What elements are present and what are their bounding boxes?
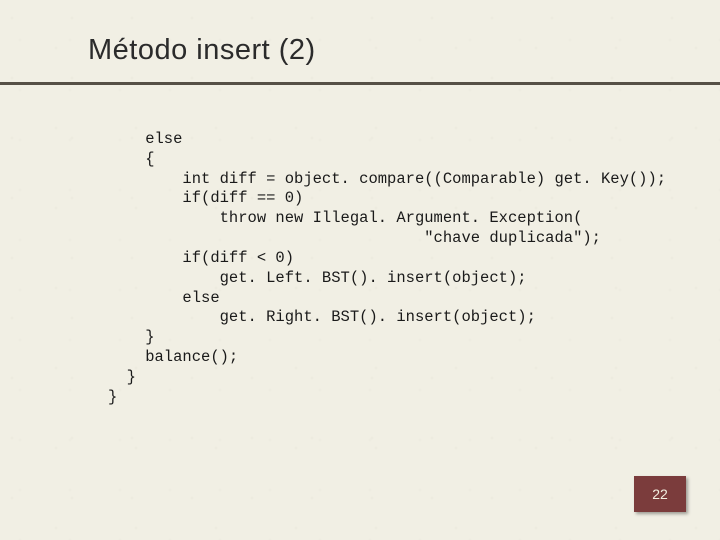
code-line: get. Left. BST(). insert(object);	[108, 269, 527, 287]
code-line: }	[108, 388, 117, 406]
code-line: "chave duplicada");	[108, 229, 601, 247]
page-number: 22	[652, 486, 668, 502]
code-line: }	[108, 328, 155, 346]
code-line: int diff = object. compare((Comparable) …	[108, 170, 666, 188]
code-block: else { int diff = object. compare((Compa…	[108, 130, 666, 408]
code-line: if(diff < 0)	[108, 249, 294, 267]
code-line: {	[108, 150, 155, 168]
code-line: else	[108, 130, 182, 148]
code-line: get. Right. BST(). insert(object);	[108, 308, 536, 326]
slide-title: Método insert (2)	[88, 34, 316, 67]
title-rule	[0, 82, 720, 85]
code-line: throw new Illegal. Argument. Exception(	[108, 209, 582, 227]
page-number-badge: 22	[634, 476, 686, 512]
code-line: balance();	[108, 348, 238, 366]
code-line: if(diff == 0)	[108, 189, 303, 207]
code-line: }	[108, 368, 136, 386]
code-line: else	[108, 289, 220, 307]
